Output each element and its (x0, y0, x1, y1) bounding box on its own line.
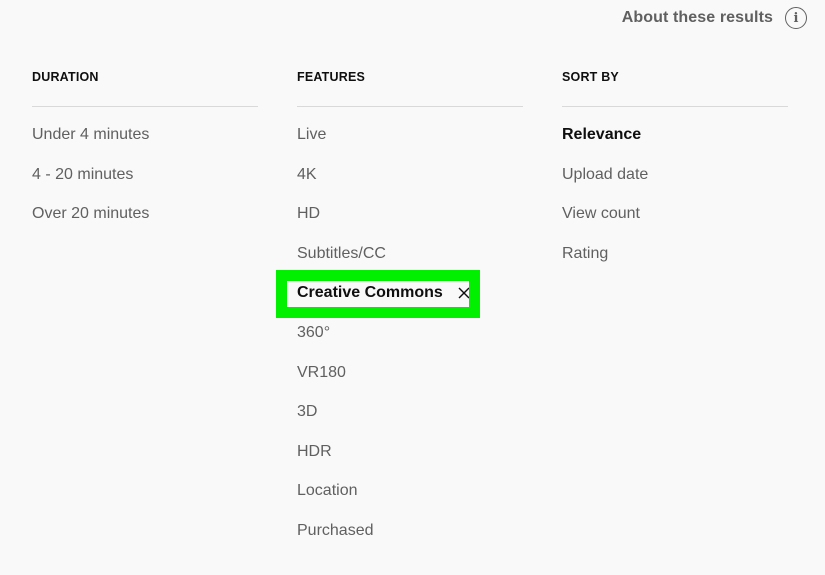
feature-vr180[interactable]: VR180 (297, 362, 523, 402)
search-filters-panel: About these results i DURATION Under 4 m… (0, 0, 825, 575)
duration-over-20-minutes[interactable]: Over 20 minutes (32, 203, 258, 243)
feature-creative-commons[interactable]: Creative Commons (276, 270, 523, 322)
feature-subtitles-cc[interactable]: Subtitles/CC (297, 243, 523, 283)
feature-creative-commons-label: Creative Commons (297, 284, 443, 302)
duration-4-20-minutes[interactable]: 4 - 20 minutes (32, 164, 258, 204)
feature-live[interactable]: Live (297, 124, 523, 164)
filter-columns: DURATION Under 4 minutes 4 - 20 minutes … (32, 69, 788, 560)
duration-under-4-minutes[interactable]: Under 4 minutes (32, 124, 258, 164)
sort-by-header: SORT BY (562, 69, 788, 107)
duration-header: DURATION (32, 69, 258, 107)
info-icon[interactable]: i (785, 7, 807, 29)
feature-hdr[interactable]: HDR (297, 441, 523, 481)
feature-4k[interactable]: 4K (297, 164, 523, 204)
about-these-results-link[interactable]: About these results i (622, 7, 807, 29)
sort-upload-date[interactable]: Upload date (562, 164, 788, 204)
feature-location[interactable]: Location (297, 480, 523, 520)
feature-hd[interactable]: HD (297, 203, 523, 243)
feature-360[interactable]: 360° (297, 322, 523, 362)
sort-by-column: SORT BY Relevance Upload date View count… (562, 69, 788, 560)
sort-view-count[interactable]: View count (562, 203, 788, 243)
feature-purchased[interactable]: Purchased (297, 520, 523, 560)
feature-3d[interactable]: 3D (297, 401, 523, 441)
sort-relevance[interactable]: Relevance (562, 124, 788, 164)
close-icon[interactable] (457, 285, 471, 299)
about-these-results-label: About these results (621, 9, 773, 26)
duration-column: DURATION Under 4 minutes 4 - 20 minutes … (32, 69, 258, 560)
sort-rating[interactable]: Rating (562, 243, 788, 283)
features-column: FEATURES Live 4K HD Subtitles/CC Creativ… (276, 69, 523, 560)
features-header: FEATURES (297, 69, 523, 107)
